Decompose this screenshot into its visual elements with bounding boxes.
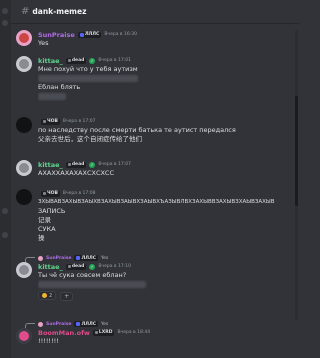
reply-avatar bbox=[38, 321, 43, 327]
username[interactable]: kittae_ bbox=[38, 161, 63, 169]
hash-icon: # bbox=[21, 6, 30, 17]
laugh-emoji-icon bbox=[42, 293, 47, 298]
reply-connector bbox=[25, 257, 35, 262]
timestamp: Вчера в 17:07 bbox=[98, 162, 131, 167]
timestamp: Вчера в 17:08 bbox=[62, 191, 96, 196]
guild-tag[interactable]: dead bbox=[65, 263, 87, 270]
message[interactable]: kittae_ dead ✓ Вчера в 17:07 АХАХХАХАХАХ… bbox=[16, 160, 294, 178]
message[interactable]: SunPraise ЛЛЛС Вчера в 16:30 Yes bbox=[16, 30, 294, 48]
guild-tag-icon bbox=[67, 163, 71, 166]
message[interactable]: kittae_ dead ✓ Вчера в 17:01 Мне похуй ч… bbox=[16, 56, 294, 101]
message-text: ЗАПИСЬ bbox=[38, 207, 66, 215]
server-icon[interactable] bbox=[2, 20, 8, 26]
guild-tag-icon bbox=[43, 120, 46, 123]
message-text: СУКА bbox=[38, 225, 56, 233]
username[interactable]: BoomMan.ofw bbox=[38, 329, 90, 337]
avatar[interactable] bbox=[16, 328, 32, 344]
message-text: 父亲去世后，这个自闭症传给了他们 bbox=[38, 135, 142, 143]
avatar[interactable] bbox=[16, 160, 32, 176]
reply-reference[interactable]: SunPraise ЛЛЛС Yes bbox=[25, 320, 294, 328]
message-text: Ты чё сука совсем еблан? bbox=[38, 271, 127, 279]
reply-guild-tag: ЛЛЛС bbox=[74, 321, 98, 327]
verified-icon: ✓ bbox=[89, 57, 96, 64]
message-text: ЗХЫВАВЗАХЫВЗАЫХВЗАХЫВЗАЫВХЗАЫВХЪАЗЫВЛВХЗ… bbox=[38, 199, 275, 205]
add-reaction-button[interactable]: + bbox=[60, 292, 74, 301]
guild-tag-icon bbox=[79, 32, 84, 37]
reply-text: Yes bbox=[101, 321, 109, 327]
guild-tag[interactable]: ЧОВ bbox=[41, 190, 60, 197]
reply-username[interactable]: SunPraise bbox=[46, 322, 71, 327]
channel-name: dank-memez bbox=[32, 7, 87, 16]
username[interactable]: kittae_ bbox=[38, 57, 63, 65]
username[interactable]: SunPraise bbox=[38, 31, 75, 39]
guild-tag-icon bbox=[67, 265, 71, 268]
message-text: Yes bbox=[38, 39, 49, 47]
message-text: АХАХХАХАХАХСХСХСС bbox=[38, 169, 115, 177]
server-icon[interactable] bbox=[2, 232, 8, 238]
channel-header: # dank-memez bbox=[11, 0, 300, 24]
server-icon[interactable] bbox=[2, 8, 8, 14]
blurred-attachment[interactable] bbox=[38, 280, 294, 289]
reply-text: Yes bbox=[101, 255, 109, 261]
server-icon[interactable] bbox=[2, 208, 8, 214]
timestamp: Вчера в 18:44 bbox=[117, 330, 151, 335]
verified-icon: ✓ bbox=[89, 161, 96, 168]
verified-icon: ✓ bbox=[89, 263, 96, 270]
username[interactable]: kittae_ bbox=[38, 263, 63, 271]
guild-tag-icon bbox=[67, 59, 71, 62]
guild-tag-icon bbox=[94, 331, 98, 334]
reply-reference[interactable]: SunPraise ЛЛЛС Yes bbox=[25, 254, 294, 262]
reply-username[interactable]: SunPraise bbox=[46, 256, 71, 261]
message[interactable]: ЧОВ Вчера в 17:08 ЗХЫВАВЗАХЫВЗАЫХВЗАХЫВЗ… bbox=[16, 189, 294, 243]
timestamp: Вчера в 17:10 bbox=[98, 264, 131, 269]
guild-tag-icon bbox=[76, 322, 81, 326]
reaction[interactable]: 2 bbox=[38, 291, 57, 300]
message-text: 记录 bbox=[38, 216, 51, 224]
message[interactable]: SunPraise ЛЛЛС Yes BoomMan.ofw LXRD Вчер… bbox=[16, 320, 294, 346]
avatar[interactable] bbox=[16, 56, 32, 72]
timestamp: Вчера в 16:30 bbox=[104, 32, 137, 37]
guild-tag-icon bbox=[43, 192, 46, 195]
scrollbar-thumb[interactable] bbox=[295, 96, 298, 206]
guild-tag[interactable]: dead bbox=[65, 57, 87, 64]
reply-connector bbox=[25, 323, 35, 328]
avatar[interactable] bbox=[16, 30, 32, 46]
message-text: 操 bbox=[38, 234, 45, 242]
message-text: по наследству после смерти батька те аут… bbox=[38, 126, 236, 134]
blurred-attachment[interactable] bbox=[38, 92, 294, 101]
message-text: Мне похуй что у тебя аутизм bbox=[38, 65, 138, 73]
blurred-attachment[interactable] bbox=[38, 74, 294, 83]
message-text: Еблан блять bbox=[38, 83, 81, 91]
server-rail bbox=[0, 0, 11, 358]
guild-tag[interactable]: dead bbox=[65, 161, 87, 168]
add-reaction-icon: + bbox=[64, 293, 70, 300]
guild-tag[interactable]: LXRD bbox=[92, 329, 115, 336]
reply-guild-tag: ЛЛЛС bbox=[74, 255, 98, 261]
message[interactable]: ЧОВ Вчера в 17:07 по наследству после см… bbox=[16, 117, 294, 144]
avatar[interactable] bbox=[16, 262, 32, 278]
avatar[interactable] bbox=[16, 189, 32, 205]
message-text: !!!!!!!! bbox=[38, 337, 59, 345]
timestamp: Вчера в 17:01 bbox=[98, 58, 131, 63]
guild-tag[interactable]: ЧОВ bbox=[41, 118, 60, 125]
timestamp: Вчера в 17:07 bbox=[62, 119, 96, 124]
message[interactable]: SunPraise ЛЛЛС Yes kittae_ dead ✓ Вчера … bbox=[16, 254, 294, 301]
guild-tag-icon bbox=[76, 256, 81, 260]
avatar[interactable] bbox=[16, 117, 32, 133]
guild-tag[interactable]: ЛЛЛС bbox=[77, 31, 102, 38]
reply-avatar bbox=[38, 255, 43, 261]
